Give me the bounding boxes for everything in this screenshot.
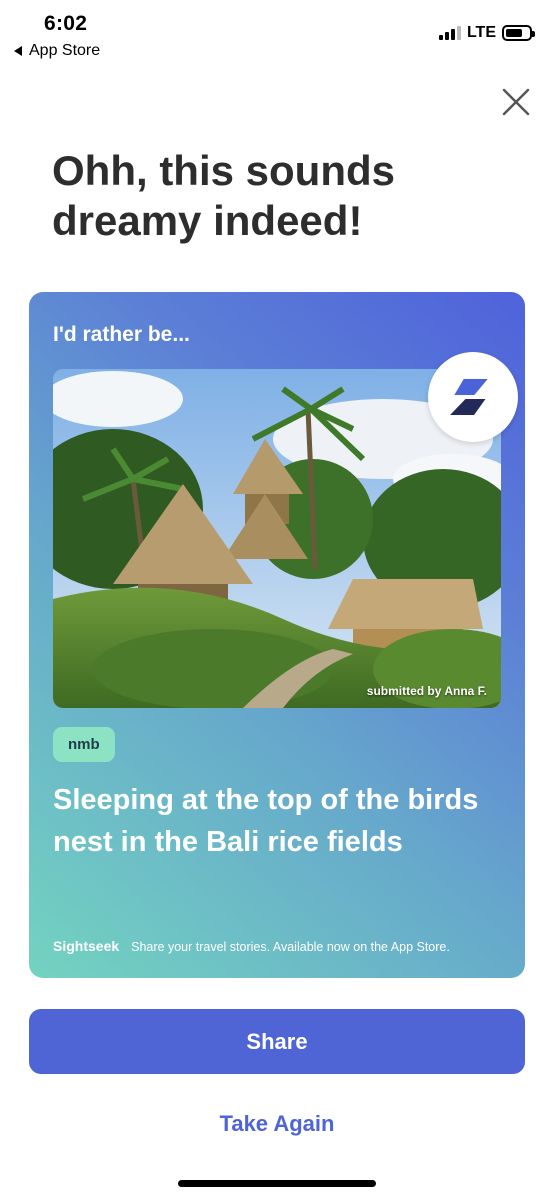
close-icon xyxy=(502,88,530,116)
card-kicker: I'd rather be... xyxy=(53,323,190,346)
home-indicator xyxy=(178,1180,376,1187)
brand-name: Sightseek xyxy=(53,938,120,954)
share-button[interactable]: Share xyxy=(29,1009,525,1074)
status-time: 6:02 xyxy=(44,12,88,35)
network-label: LTE xyxy=(466,24,496,41)
signal-icon xyxy=(438,26,461,40)
story-card: I'd rather be... submitted by Anna F. nm… xyxy=(29,292,525,978)
back-to-app-link[interactable]: App Store xyxy=(14,42,100,60)
back-app-label: App Store xyxy=(29,42,101,59)
sightseek-logo-icon xyxy=(450,379,488,415)
promo-text: Share your travel stories. Available now… xyxy=(131,940,450,954)
status-bar: 6:02 App Store LTE xyxy=(0,0,554,66)
page-title: Ohh, this sounds dreamy indeed! xyxy=(52,147,395,244)
status-indicators: LTE xyxy=(438,24,535,42)
photo-credit: submitted by Anna F. xyxy=(366,684,487,698)
sightseek-logo xyxy=(428,352,518,442)
battery-icon xyxy=(502,25,535,41)
take-again-button[interactable]: Take Again xyxy=(0,1111,554,1137)
story-tag: nmb xyxy=(53,727,115,762)
story-text: Sleeping at the top of the birds nest in… xyxy=(53,784,479,858)
back-arrow-icon xyxy=(14,46,22,56)
close-button[interactable] xyxy=(500,86,532,118)
card-footer: Sightseek Share your travel stories. Ava… xyxy=(53,938,513,954)
